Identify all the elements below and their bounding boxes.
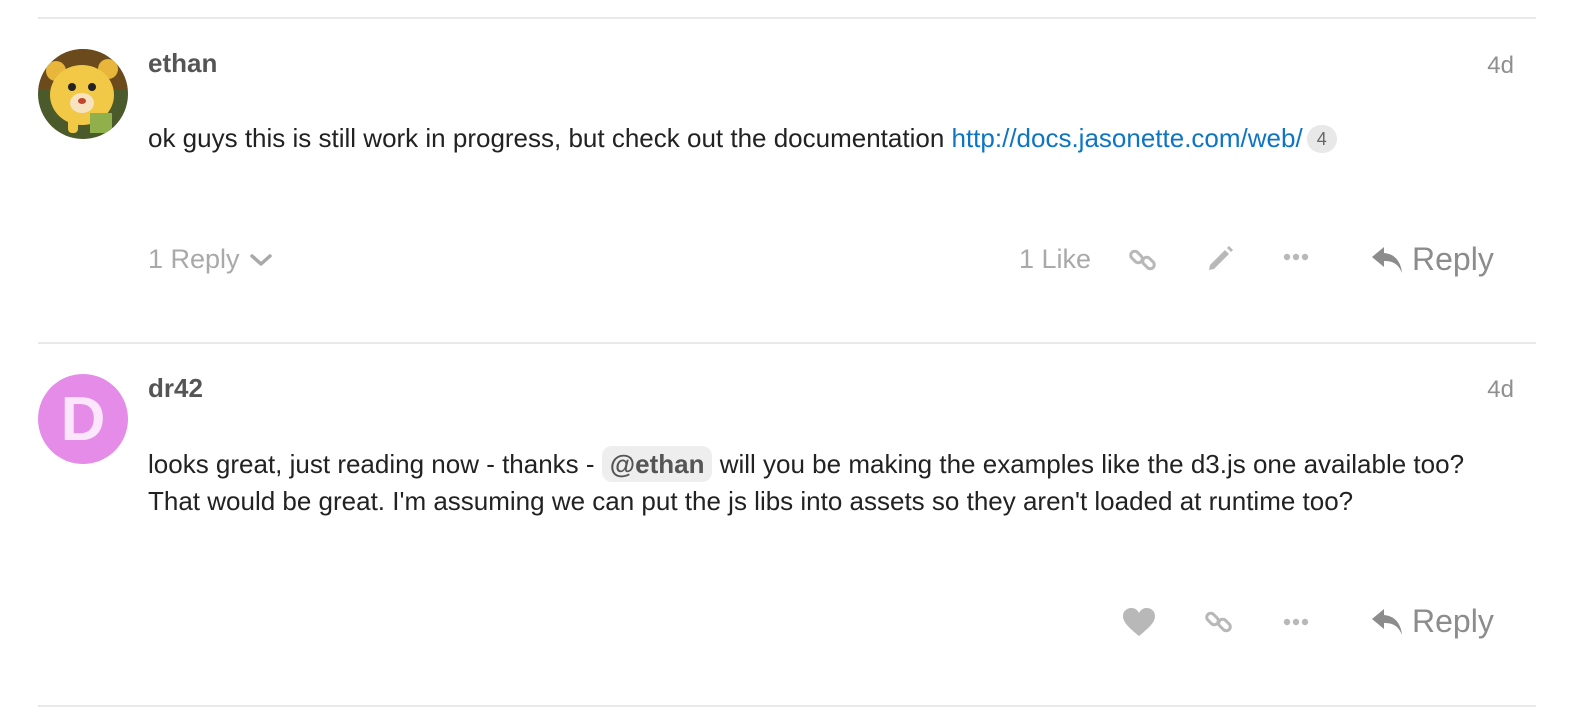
replies-toggle[interactable]: 1 Reply <box>148 244 272 275</box>
more-icon <box>1283 618 1309 626</box>
reply-button[interactable]: Reply <box>1370 603 1494 640</box>
like-button[interactable] <box>1122 607 1156 637</box>
post-body: looks great, just reading now - thanks -… <box>148 446 1508 520</box>
post-text: looks great, just reading now - thanks - <box>148 449 602 479</box>
reply-label: Reply <box>1412 241 1494 277</box>
avatar[interactable] <box>38 49 128 139</box>
reply-arrow-icon <box>1372 608 1402 635</box>
reply-label: Reply <box>1412 603 1494 639</box>
reply-arrow-icon <box>1372 246 1402 273</box>
reply-button[interactable]: Reply <box>1370 241 1494 278</box>
link-icon <box>1205 611 1232 633</box>
post-username[interactable]: ethan <box>148 48 217 79</box>
post-username[interactable]: dr42 <box>148 373 203 404</box>
avatar-letter: D <box>60 384 106 454</box>
link-click-count: 4 <box>1306 125 1337 153</box>
user-mention[interactable]: @ethan <box>601 446 713 482</box>
heart-icon <box>1123 608 1155 636</box>
bear-avatar-icon <box>38 49 128 139</box>
more-button[interactable] <box>1283 252 1309 262</box>
replies-label: 1 Reply <box>148 244 240 274</box>
post-body: ok guys this is still work in progress, … <box>148 120 1508 157</box>
post-age[interactable]: 4d <box>1487 376 1514 404</box>
pencil-icon <box>1209 246 1233 270</box>
copy-link-button[interactable] <box>1203 606 1235 638</box>
avatar[interactable]: D <box>38 374 128 464</box>
likes-count[interactable]: 1 Like <box>1019 244 1091 275</box>
edit-button[interactable] <box>1205 244 1235 274</box>
more-button[interactable] <box>1283 617 1309 627</box>
post-divider-top <box>38 17 1536 19</box>
chevron-down-icon <box>249 253 272 266</box>
post-age[interactable]: 4d <box>1487 52 1514 80</box>
link-icon <box>1129 249 1156 271</box>
copy-link-button[interactable] <box>1127 244 1159 276</box>
post-divider-bottom <box>38 705 1536 707</box>
post-text: ok guys this is still work in progress, … <box>148 123 952 153</box>
more-icon <box>1283 253 1309 261</box>
documentation-link[interactable]: http://docs.jasonette.com/web/ <box>952 123 1303 153</box>
post-divider <box>38 342 1536 344</box>
